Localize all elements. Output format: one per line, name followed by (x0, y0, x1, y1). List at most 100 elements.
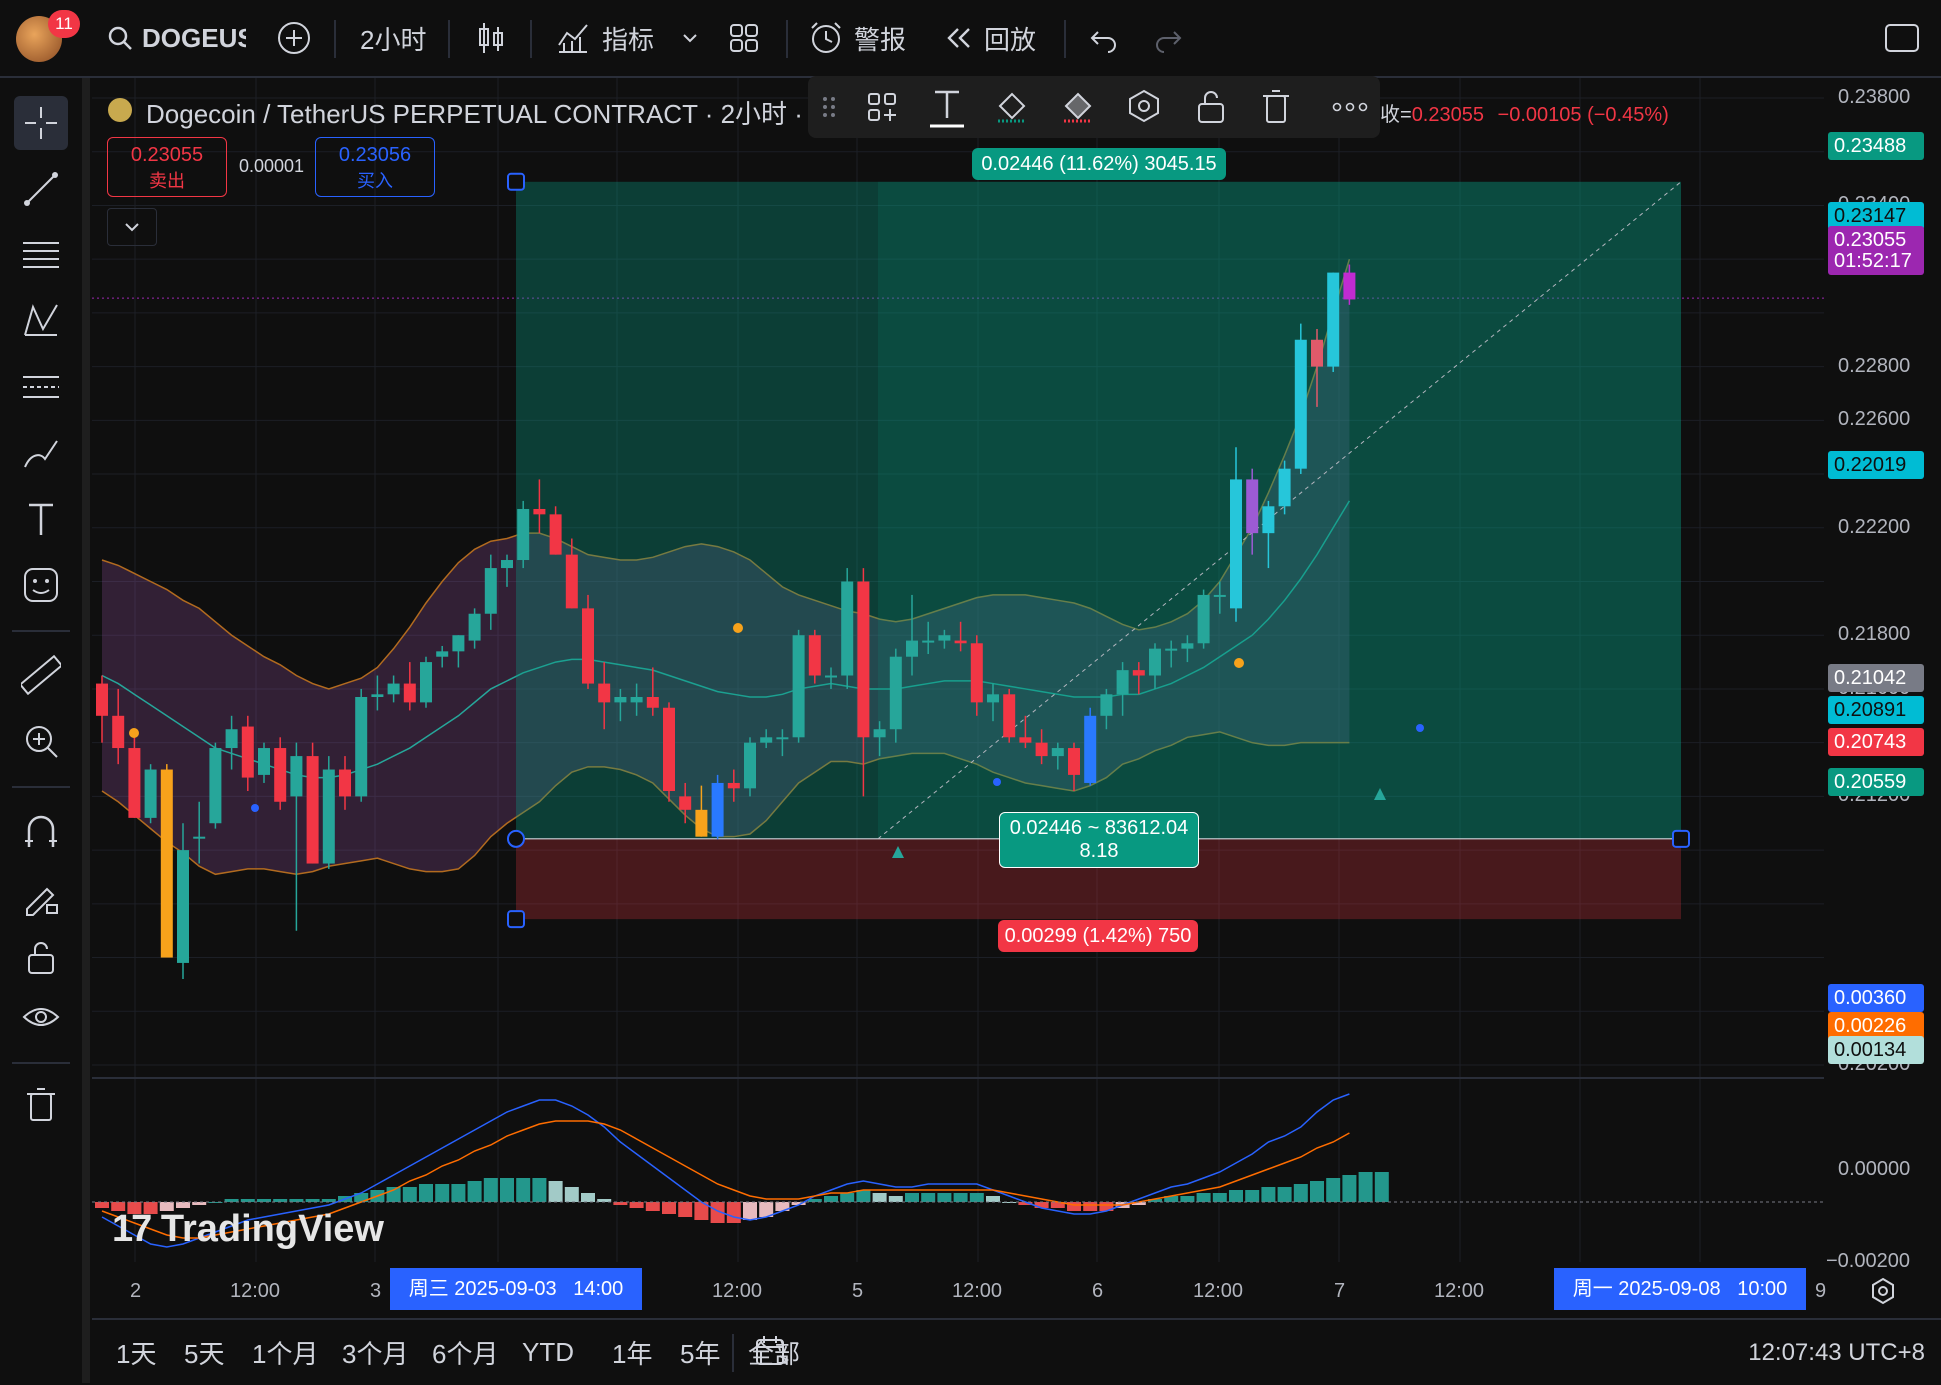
candle-body (452, 635, 465, 652)
candle-body (177, 850, 189, 963)
text-icon[interactable] (928, 86, 966, 130)
fill-icon[interactable] (994, 88, 1030, 124)
price-chart[interactable] (92, 78, 1824, 1276)
range-button[interactable]: YTD (522, 1320, 574, 1385)
top-toolbar: 11 DOGEUSD 2小时 指标 警报 回放 (0, 0, 1941, 78)
range-button[interactable]: 1天 (116, 1320, 156, 1385)
position-info-line2: 8.18 (1079, 840, 1119, 862)
time-axis-tick: 2 (130, 1280, 142, 1302)
candle-body (420, 662, 432, 703)
redo-button[interactable] (1152, 0, 1184, 76)
pattern-icon (24, 304, 58, 336)
undo-button[interactable] (1088, 0, 1120, 76)
crosshair-tool[interactable] (14, 96, 68, 150)
candle-body (630, 697, 643, 703)
macd-histogram-bar (905, 1193, 919, 1202)
sell-button[interactable]: 0.23055 卖出 (107, 137, 227, 197)
alert-button[interactable]: 警报 (808, 0, 906, 76)
macd-histogram-bar (1293, 1184, 1308, 1202)
trash-icon[interactable] (1260, 88, 1292, 124)
range-button[interactable]: 3个月 (342, 1320, 408, 1385)
border-fill-icon[interactable] (1060, 88, 1096, 124)
shape-icon[interactable] (1126, 88, 1162, 124)
magnet-tool[interactable] (14, 804, 68, 858)
symbol-search[interactable]: DOGEUSD (106, 0, 246, 76)
trendline-tool[interactable] (14, 162, 68, 216)
candle-body (987, 694, 999, 703)
range-button[interactable]: 5年 (680, 1320, 720, 1385)
legend-close-prefix: 收= (1380, 104, 1412, 126)
chart-settings-button[interactable] (1868, 1276, 1898, 1311)
candle-body (1019, 737, 1032, 743)
add-symbol-button[interactable] (276, 0, 312, 76)
brush-tool[interactable] (14, 426, 68, 480)
interval-button[interactable]: 2小时 (360, 0, 426, 76)
candle-body (306, 756, 319, 864)
visibility-tool[interactable] (14, 990, 68, 1044)
macd-histogram-bar (986, 1196, 1000, 1202)
unlock-tool[interactable] (14, 930, 68, 984)
stop-label[interactable]: 0.00299 (1.42%) 750 (998, 920, 1198, 952)
clock[interactable]: 12:07:43 UTC+8 (1748, 1320, 1925, 1385)
candle-body (549, 514, 562, 555)
legend-title[interactable]: Dogecoin / TetherUS PERPETUAL CONTRACT ·… (146, 94, 806, 131)
macd-histogram-bar (95, 1202, 109, 1208)
target-label[interactable]: 0.02446 (11.62%) 3045.15 (972, 148, 1226, 180)
macd-histogram-bar (937, 1193, 952, 1202)
range-button[interactable]: 1个月 (252, 1320, 318, 1385)
search-icon (108, 26, 132, 50)
macd-histogram-bar (1245, 1190, 1260, 1202)
layout-icon (730, 24, 758, 52)
buy-label: 买入 (357, 171, 393, 191)
drag-handle-icon[interactable] (822, 96, 836, 118)
ruler-tool[interactable] (14, 648, 68, 702)
lock-icon[interactable] (1194, 88, 1228, 124)
more-icon[interactable] (1332, 102, 1368, 112)
replay-button[interactable]: 回放 (944, 0, 1036, 76)
position-info-label[interactable]: 0.02446 ~ 83612.04 8.18 (999, 812, 1199, 868)
time-axis-tick: 12:00 (230, 1280, 281, 1302)
macd-histogram-bar (564, 1187, 579, 1202)
remove-drawings-tool[interactable] (14, 1078, 68, 1132)
tradingview-watermark: 17 TradingView (112, 1208, 384, 1251)
layout-button[interactable] (728, 0, 760, 76)
legend-collapse-button[interactable] (107, 208, 157, 246)
candle-body (484, 568, 497, 614)
buy-button[interactable]: 0.23056 买入 (315, 137, 435, 197)
indicators-button[interactable]: 指标 (556, 0, 654, 76)
range-button[interactable]: 1年 (612, 1320, 652, 1385)
template-icon[interactable] (866, 91, 898, 123)
text-tool[interactable] (14, 492, 68, 546)
candle-body (436, 651, 449, 657)
range-button[interactable]: 6个月 (432, 1320, 498, 1385)
price-axis-tick: 0.22200 (1838, 515, 1911, 538)
fullscreen-button[interactable] (1884, 0, 1920, 76)
candle-body (1343, 272, 1356, 300)
candle-body (1116, 670, 1129, 695)
macd-histogram-bar (1277, 1187, 1292, 1202)
calendar-icon (756, 1336, 790, 1365)
chart-type-button[interactable] (474, 0, 508, 76)
macd-histogram-bar (305, 1199, 320, 1202)
candle-body (922, 640, 935, 643)
pattern-tool[interactable] (14, 294, 68, 348)
candle-body (970, 643, 983, 703)
lock-drawing-tool[interactable] (14, 870, 68, 924)
fib-tool[interactable] (14, 228, 68, 282)
zoom-tool[interactable] (14, 714, 68, 768)
indicators-dropdown[interactable] (680, 0, 700, 76)
time-highlight-left: 周三 2025-09-03 14:00 (390, 1268, 642, 1310)
macd-histogram-bar (645, 1202, 660, 1211)
macd-histogram-bar (532, 1178, 547, 1202)
alert-icon (811, 22, 841, 53)
zoom-icon (26, 726, 58, 758)
watermark-text: TradingView (160, 1208, 384, 1250)
macd-histogram-bar (1034, 1202, 1049, 1208)
macd-histogram-bar (1374, 1172, 1389, 1202)
candle-body (889, 656, 902, 730)
range-button[interactable]: 5天 (184, 1320, 224, 1385)
candle-body (1149, 648, 1161, 676)
forecast-tool[interactable] (14, 360, 68, 414)
emoji-tool[interactable] (14, 558, 68, 612)
date-range-button[interactable] (754, 1334, 790, 1375)
